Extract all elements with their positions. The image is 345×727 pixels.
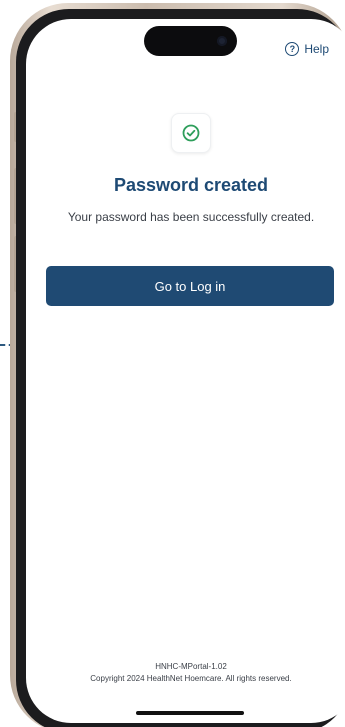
copyright-text: Copyright 2024 HealthNet Hoemcare. All r… <box>90 674 292 683</box>
go-to-login-button[interactable]: Go to Log in <box>46 266 334 306</box>
stage: ? Help Password created Your password ha… <box>0 0 345 727</box>
question-circle-icon: ? <box>285 42 300 56</box>
success-badge <box>171 113 211 153</box>
check-circle-icon <box>182 124 200 142</box>
camera-icon <box>217 36 227 46</box>
home-indicator[interactable] <box>136 711 244 715</box>
page-title: Password created <box>113 175 269 195</box>
dynamic-island <box>144 26 237 56</box>
phone-screen: ? Help Password created Your password ha… <box>26 19 345 723</box>
footer: HNHC-MPortal-1.02 Copyright 2024 HealthN… <box>26 661 345 685</box>
status-message: Your password has been successfully crea… <box>67 210 315 224</box>
help-link[interactable]: ? Help <box>285 42 329 56</box>
help-label: Help <box>304 42 329 56</box>
app-version: HNHC-MPortal-1.02 <box>155 662 227 671</box>
